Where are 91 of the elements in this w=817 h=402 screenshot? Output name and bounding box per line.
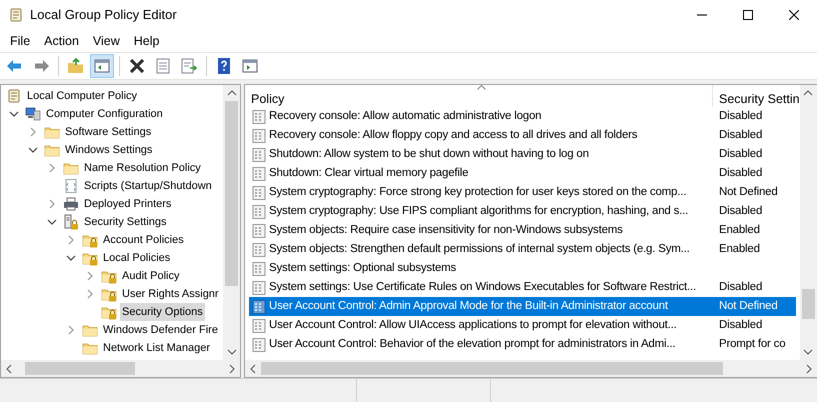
scroll-icon <box>6 88 22 104</box>
security-setting: Prompt for co <box>718 336 786 352</box>
policy-icon <box>251 184 267 200</box>
tree-item[interactable]: Deployed Printers <box>82 195 174 213</box>
policy-name: System settings: Use Certificate Rules on Windows Executables for Software Restrict... <box>269 280 696 295</box>
tree-item[interactable]: Audit Policy <box>120 267 182 285</box>
column-header[interactable]: Security Settin <box>713 85 800 107</box>
policy-name: System cryptography: Use FIPS compliant algorithms for encryption, hashing, and s... <box>269 204 688 219</box>
menu-item[interactable]: Action <box>37 32 86 50</box>
security-setting: Enabled <box>718 242 760 257</box>
policy-name: Recovery console: Allow automatic administrative logon <box>269 108 542 124</box>
policy-row[interactable]: System settings: Use Certificate Rules on Windows Executables for Software Restrict... Disabled <box>249 278 796 297</box>
policy-icon <box>251 128 267 144</box>
tree-item[interactable]: Security Options <box>120 303 205 321</box>
scroll-thumb[interactable] <box>225 101 238 286</box>
printer-icon <box>63 196 79 212</box>
tree-item[interactable]: Local Policies <box>101 249 172 267</box>
security-setting: Disabled <box>718 108 762 124</box>
policy-name: Shutdown: Allow system to be shut down without having to log on <box>269 146 589 162</box>
policy-name: Shutdown: Clear virtual memory pagefile <box>269 166 468 181</box>
policy-name: User Account Control: Behavior of the elevation prompt for administrators in Admi... <box>269 336 676 352</box>
scroll-thumb[interactable] <box>261 362 723 375</box>
horizontal-scrollbar[interactable] <box>1 360 240 377</box>
tree-item[interactable]: Name Resolution Policy <box>82 159 203 177</box>
maximize-icon <box>743 10 753 20</box>
policy-icon <box>251 280 267 296</box>
policy-name: User Account Control: Allow UIAccess applications to prompt for elevation without... <box>269 318 677 333</box>
tree-item[interactable]: Account Policies <box>101 231 186 249</box>
tree-item[interactable]: Windows Settings <box>63 141 154 159</box>
policy-icon <box>251 260 267 276</box>
policy-row[interactable]: Recovery console: Allow automatic administrative logon Disabled <box>249 107 796 126</box>
policy-row[interactable]: Shutdown: Allow system to be shut down without having to log on Disabled <box>249 145 796 164</box>
tree-pane-icon[interactable] <box>90 54 114 78</box>
vertical-scrollbar[interactable] <box>223 85 240 360</box>
scroll-icon <box>8 7 24 23</box>
tree-item[interactable]: Computer Configuration <box>44 105 165 123</box>
policy-row[interactable]: System cryptography: Use FIPS compliant algorithms for encryption, hashing, and s... Disabled <box>249 202 796 221</box>
policy-row[interactable]: Shutdown: Clear virtual memory pagefile Disabled <box>249 164 796 183</box>
policy-icon <box>251 204 267 220</box>
policy-icon <box>251 298 267 314</box>
security-setting: Disabled <box>718 318 762 333</box>
security-setting: Disabled <box>718 204 762 219</box>
policy-name: User Account Control: Admin Approval Mode for the Built-in Administrator account <box>269 298 668 314</box>
tree-item[interactable]: Windows Defender Fire <box>101 321 220 339</box>
server-lock-icon <box>63 214 79 230</box>
policy-icon <box>251 146 267 162</box>
close-icon <box>789 10 799 20</box>
menu-item[interactable]: File <box>3 32 38 50</box>
policy-row[interactable]: System settings: Optional subsystems <box>249 259 796 278</box>
policy-row[interactable]: System objects: Require case insensitivity for non-Windows subsystems Enabled <box>249 221 796 240</box>
window-title: Local Group Policy Editor <box>30 6 177 24</box>
security-setting: Not Defined <box>718 184 778 200</box>
policy-name: Recovery console: Allow floppy copy and access to all drives and all folders <box>269 128 638 143</box>
policy-icon <box>251 242 267 258</box>
menu-item[interactable]: Help <box>126 32 166 50</box>
scroll-thumb[interactable] <box>802 289 815 319</box>
policy-row[interactable]: Recovery console: Allow floppy copy and access to all drives and all folders Disabled <box>249 126 796 145</box>
tree-item[interactable]: Network List Manager <box>101 339 212 357</box>
policy-icon <box>251 166 267 182</box>
security-setting: Disabled <box>718 146 762 162</box>
tree-item[interactable]: Local Computer Policy <box>25 87 140 105</box>
policy-name: System settings: Optional subsystems <box>269 260 456 276</box>
security-setting: Enabled <box>718 222 760 238</box>
vertical-scrollbar[interactable] <box>800 85 817 360</box>
tree-item[interactable]: Scripts (Startup/Shutdown <box>82 177 214 195</box>
tree-item[interactable]: Software Settings <box>63 123 154 141</box>
policy-row[interactable]: System objects: Strengthen default permissions of internal system objects (e.g. Sym... Enabled <box>249 240 796 259</box>
tree-item[interactable]: User Rights Assignr <box>120 285 221 303</box>
security-setting: Disabled <box>718 166 762 181</box>
policy-row[interactable]: System cryptography: Force strong key protection for user keys stored on the comp... Not Defined <box>249 183 796 202</box>
policy-row[interactable]: User Account Control: Admin Approval Mode for the Built-in Administrator account Not Defined <box>249 297 796 316</box>
policy-icon <box>251 108 267 124</box>
sort-caret-icon <box>477 85 486 90</box>
scroll-thumb[interactable] <box>25 362 135 375</box>
security-setting: Disabled <box>718 128 762 143</box>
policy-icon <box>251 336 267 352</box>
tree-item[interactable]: Security Settings <box>82 213 169 231</box>
policy-icon <box>251 222 267 238</box>
policy-row[interactable]: User Account Control: Allow UIAccess applications to prompt for elevation without... Disabled <box>249 316 796 335</box>
security-setting: Not Defined <box>718 298 778 314</box>
column-header[interactable]: Policy <box>245 85 713 107</box>
policy-row[interactable]: User Account Control: Behavior of the elevation prompt for administrators in Admi... Prompt for co <box>249 335 796 354</box>
security-setting: Disabled <box>718 280 762 295</box>
script-icon <box>63 178 79 194</box>
policy-name: System cryptography: Force strong key protection for user keys stored on the comp... <box>269 184 686 200</box>
policy-name: System objects: Require case insensitivity for non-Windows subsystems <box>269 222 623 238</box>
horizontal-scrollbar[interactable] <box>245 360 817 377</box>
computer-icon <box>25 106 41 122</box>
menu-item[interactable]: View <box>86 32 127 50</box>
policy-icon <box>251 318 267 334</box>
policy-name: System objects: Strengthen default permissions of internal system objects (e.g. Sym... <box>269 242 690 257</box>
